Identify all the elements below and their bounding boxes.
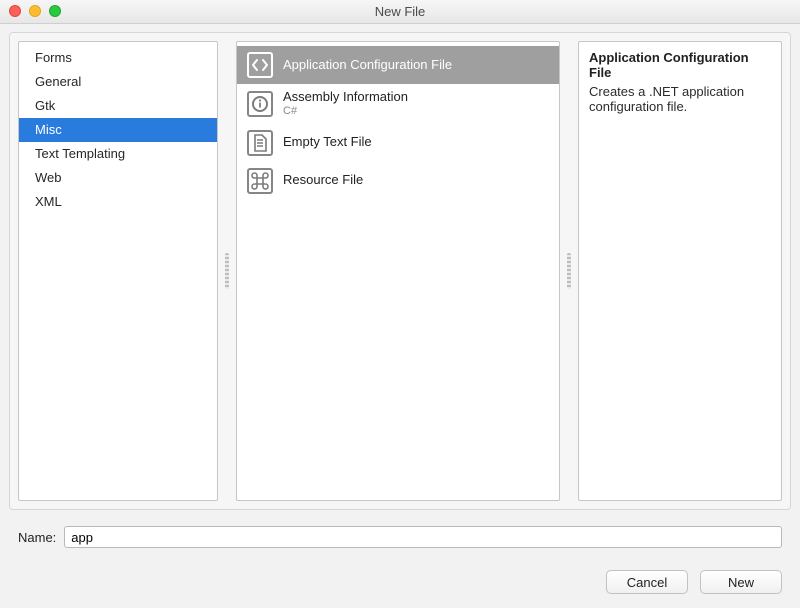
description-title: Application Configuration File	[589, 50, 771, 80]
page-icon	[247, 130, 273, 156]
template-item-label: Application Configuration File	[283, 58, 452, 73]
info-icon	[247, 91, 273, 117]
category-item-label: Forms	[35, 50, 72, 65]
category-item-label: Misc	[35, 122, 62, 137]
template-item-text: Empty Text File	[283, 135, 372, 150]
category-item-label: XML	[35, 194, 62, 209]
close-window-button[interactable]	[9, 5, 21, 17]
cmd-icon	[247, 168, 273, 194]
template-item[interactable]: Resource File	[237, 162, 559, 200]
titlebar: New File	[0, 0, 800, 24]
template-item-text: Assembly InformationC#	[283, 90, 408, 118]
category-item[interactable]: Text Templating	[19, 142, 217, 166]
category-item[interactable]: XML	[19, 190, 217, 214]
category-item-label: Web	[35, 170, 62, 185]
dialog-buttons: Cancel New	[606, 570, 782, 594]
template-item-text: Application Configuration File	[283, 58, 452, 73]
cancel-button[interactable]: Cancel	[606, 570, 688, 594]
minimize-window-button[interactable]	[29, 5, 41, 17]
template-item-label: Resource File	[283, 173, 363, 188]
category-item-label: Gtk	[35, 98, 55, 113]
category-item[interactable]: Misc	[19, 118, 217, 142]
template-item-label: Assembly Information	[283, 90, 408, 105]
template-item-text: Resource File	[283, 173, 363, 188]
category-list[interactable]: Forms General Gtk Misc Text Templating Web XML	[18, 41, 218, 501]
splitter-right[interactable]	[566, 41, 572, 501]
code-icon	[247, 52, 273, 78]
description-body: Creates a .NET application configuration…	[589, 84, 771, 114]
description-panel: Application Configuration File Creates a…	[578, 41, 782, 501]
window-title: New File	[375, 4, 426, 19]
window-traffic-lights	[9, 5, 61, 17]
zoom-window-button[interactable]	[49, 5, 61, 17]
splitter-left[interactable]	[224, 41, 230, 501]
category-item[interactable]: Web	[19, 166, 217, 190]
name-row: Name:	[18, 526, 782, 548]
name-input[interactable]	[64, 526, 782, 548]
category-item[interactable]: General	[19, 70, 217, 94]
category-item-label: General	[35, 74, 81, 89]
template-item[interactable]: Empty Text File	[237, 124, 559, 162]
name-label: Name:	[18, 530, 56, 545]
template-item[interactable]: Assembly InformationC#	[237, 84, 559, 124]
category-item-label: Text Templating	[35, 146, 125, 161]
template-item-label: Empty Text File	[283, 135, 372, 150]
template-item[interactable]: Application Configuration File	[237, 46, 559, 84]
template-list[interactable]: Application Configuration File Assembly I…	[236, 41, 560, 501]
template-item-subtitle: C#	[283, 105, 408, 118]
category-item[interactable]: Forms	[19, 46, 217, 70]
new-button[interactable]: New	[700, 570, 782, 594]
dialog-body: Forms General Gtk Misc Text Templating Web XML…	[9, 32, 791, 510]
category-item[interactable]: Gtk	[19, 94, 217, 118]
